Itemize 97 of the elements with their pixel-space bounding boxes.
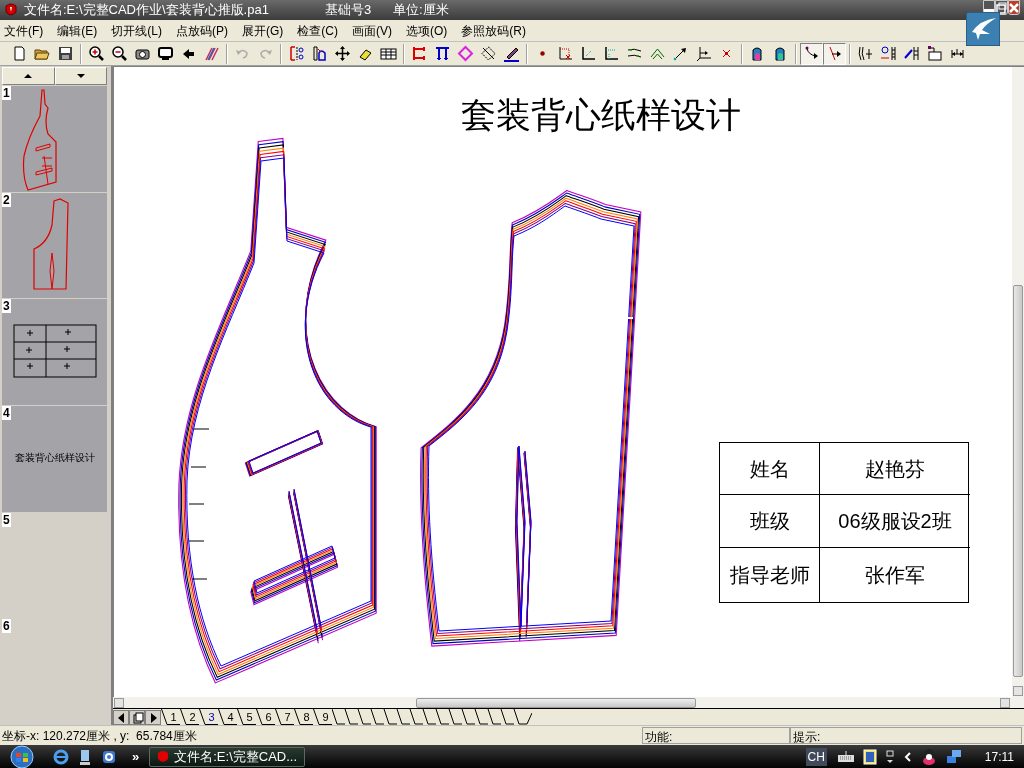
- table-cell: 06级服设2班: [820, 495, 970, 548]
- clock: 17:11: [984, 748, 1014, 766]
- stripes-icon: [203, 45, 220, 62]
- thumbnail-number: 3: [2, 299, 11, 314]
- thumbnail-number: 4: [2, 406, 11, 420]
- logo-icon: [966, 12, 1000, 46]
- hint-field: 提示:: [790, 727, 1022, 744]
- dotted-axes-icon: [603, 45, 620, 62]
- monitor-icon: [157, 45, 174, 62]
- size-tab[interactable]: 3: [199, 709, 218, 725]
- menu-item[interactable]: 编辑(E): [57, 21, 98, 40]
- pages-icon: [130, 710, 144, 725]
- axes-icon: [580, 45, 597, 62]
- size-tab[interactable]: 6: [256, 709, 275, 725]
- network-icon: [944, 747, 963, 766]
- line-arrow-button[interactable]: [823, 42, 846, 65]
- help-icon: [862, 748, 877, 765]
- grid-cross-icon: [557, 45, 574, 62]
- menu-item[interactable]: 展开(G): [242, 21, 284, 40]
- thumbnail-title: 套装背心纸样设计: [13, 451, 96, 465]
- diagonal-arrow-icon: [672, 45, 689, 62]
- size-tab[interactable]: 5: [237, 709, 256, 725]
- table-cell: 赵艳芬: [820, 443, 970, 495]
- table-cell: 班级: [720, 495, 820, 548]
- pen-icon: [503, 45, 520, 62]
- size-tab[interactable]: 1: [161, 709, 180, 725]
- next-button[interactable]: [145, 710, 161, 725]
- new-file-icon: [11, 45, 28, 62]
- scrollbar-thumb[interactable]: [1013, 285, 1023, 677]
- unit-label: 单位:厘米: [393, 1, 449, 20]
- size-tab[interactable]: 9: [313, 709, 332, 725]
- coordinates-readout: 坐标-x: 120.272厘米 , y: 65.784厘米: [1, 728, 198, 744]
- window-title: 文件名:E:\完整CAD作业\套装背心推版.pa1: [24, 1, 269, 20]
- pattern-thumbnail[interactable]: 3: [2, 299, 107, 405]
- line-arrow-icon: [826, 45, 843, 62]
- mirror-icon: [288, 45, 305, 62]
- down-arrow-button[interactable]: [54, 67, 107, 85]
- dashed-diamond-icon: [480, 45, 497, 62]
- box-icon: [926, 45, 943, 62]
- slash-bars-icon: [903, 45, 920, 62]
- pi-bracket-icon: [434, 45, 451, 62]
- zoom-in-icon: [88, 45, 105, 62]
- language-indicator[interactable]: CH: [805, 747, 827, 766]
- table-cell-text: 张作军: [864, 563, 926, 588]
- horizontal-scrollbar[interactable]: [113, 697, 1024, 709]
- thumbnail-number: 1: [2, 86, 11, 100]
- menu-item[interactable]: 参照放码(R): [461, 21, 526, 40]
- menu-item[interactable]: 画面(V): [352, 21, 392, 40]
- piece-icon: [311, 45, 328, 62]
- pattern-thumbnail[interactable]: 2: [2, 192, 107, 299]
- menu-item[interactable]: 选项(O): [406, 21, 448, 40]
- size-tab[interactable]: 2: [180, 709, 199, 725]
- curve-arrow-button[interactable]: [800, 42, 823, 65]
- app-icon: [156, 749, 171, 764]
- vertical-scrollbar[interactable]: [1012, 66, 1024, 697]
- list-arrow-icon: [880, 45, 897, 62]
- curve-lines-icon: [857, 45, 874, 62]
- size-tab[interactable]: 4: [218, 709, 237, 725]
- size-tab[interactable]: 7: [275, 709, 294, 725]
- menu-item[interactable]: 切开线(L): [111, 21, 162, 40]
- curve-arrow-icon: [803, 45, 820, 62]
- taskbar-button[interactable]: 文件名:E:\完整CAD...: [149, 746, 306, 767]
- thumbnail-number: 5: [2, 512, 11, 527]
- open-bracket-icon: [411, 45, 428, 62]
- menu-item[interactable]: 点放码(P): [176, 21, 228, 40]
- restore-icon: [996, 1, 1007, 14]
- thumbnail-number: 2: [2, 192, 11, 207]
- close-icon: [1009, 2, 1019, 13]
- close-button[interactable]: [1008, 0, 1020, 15]
- pattern-thumbnail[interactable]: 4 套装背心纸样设计: [2, 406, 107, 512]
- table-cell: 姓名: [720, 443, 820, 495]
- app-icon: [4, 3, 18, 17]
- scrollbar-thumb[interactable]: [416, 698, 696, 708]
- table-cell: 指导老师: [720, 548, 820, 602]
- penguin-icon: [920, 747, 937, 766]
- save-icon: [57, 45, 74, 62]
- zoom-out-icon: [111, 45, 128, 62]
- browser-icon: [52, 747, 70, 766]
- more-button[interactable]: »: [132, 746, 140, 767]
- window-icon: [884, 748, 895, 765]
- function-field: 功能:: [642, 727, 790, 744]
- axis-arrow-icon: [695, 45, 712, 62]
- size-tab[interactable]: 8: [294, 709, 313, 725]
- move-icon: [334, 45, 351, 62]
- drawing-title: 套装背心纸样设计: [461, 94, 741, 136]
- table-icon: [380, 45, 397, 62]
- menu-item[interactable]: 检查(C): [297, 21, 338, 40]
- menu-item[interactable]: 文件(F): [4, 21, 44, 40]
- up-arrow-button[interactable]: [2, 67, 55, 85]
- thumbnail-number: 6: [2, 619, 11, 634]
- pattern-thumbnail[interactable]: 1: [2, 86, 107, 192]
- base-size-label: 基础号3: [324, 1, 372, 20]
- dot-icon: [540, 51, 545, 56]
- drawing-canvas[interactable]: 套装背心纸样设计 姓名 赵艳芬 班级 06级服设2班 指导老师 张作军: [113, 66, 1012, 697]
- previous-button[interactable]: [113, 710, 129, 725]
- pages-button[interactable]: [129, 710, 145, 725]
- keyboard-icon: [836, 749, 855, 764]
